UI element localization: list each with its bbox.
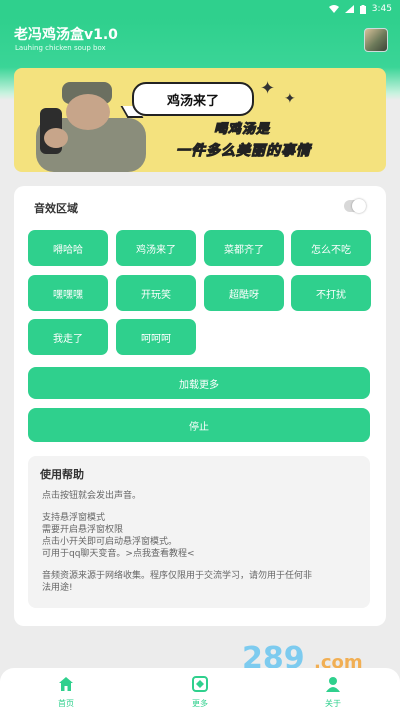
- help-text: 音频资源来源于网络收集。程序仅限用于交流学习，请勿用于任何非: [42, 571, 313, 581]
- tab-more[interactable]: 更多: [170, 676, 230, 718]
- help-text: 点击小开关即可启动悬浮窗模式。: [42, 537, 178, 547]
- help-text: 需要开启悬浮窗权限: [42, 525, 124, 535]
- speech-bubble: 鸡汤来了: [132, 82, 254, 116]
- sound-button[interactable]: 怎么不吃: [291, 230, 371, 266]
- tab-label: 关于: [325, 699, 341, 708]
- help-title: 使用帮助: [40, 468, 84, 481]
- sound-button[interactable]: 鸡汤来了: [116, 230, 196, 266]
- banner-slogan-line1: 喝鸡汤是: [213, 122, 271, 138]
- sparkle-icon: ✦: [284, 91, 296, 107]
- home-icon: [59, 677, 73, 691]
- sound-button[interactable]: 嘿嘿嘿: [28, 275, 108, 311]
- help-text: 法用途!: [42, 583, 73, 593]
- sound-button[interactable]: 嘚哈哈: [28, 230, 108, 266]
- floating-window-toggle[interactable]: [344, 199, 366, 213]
- status-bar: 3:45: [0, 0, 400, 18]
- help-text: 点击按钮就会发出声音。: [42, 491, 142, 501]
- sound-button[interactable]: 我走了: [28, 319, 108, 355]
- banner-image: 鸡汤来了 ✦ ✦ 喝鸡汤是 一件多么美丽的事情: [14, 68, 386, 172]
- help-section: 使用帮助 点击按钮就会发出声音。 支持悬浮窗模式 需要开启悬浮窗权限 点击小开关…: [28, 456, 370, 608]
- app-subtitle: Lauhing chicken soup box: [15, 44, 106, 52]
- banner-slogan-line2: 一件多么美丽的事情: [176, 143, 311, 160]
- sound-button[interactable]: 超酷呀: [204, 275, 284, 311]
- app-title: 老冯鸡汤盒v1.0: [14, 27, 118, 43]
- battery-icon: [359, 4, 366, 14]
- status-time: 3:45: [371, 4, 392, 14]
- load-more-button[interactable]: 加载更多: [28, 367, 370, 399]
- sound-button[interactable]: 呵呵呵: [116, 319, 196, 355]
- more-icon: [192, 676, 208, 692]
- bottom-tab-bar: 首页 更多 关于: [0, 668, 400, 721]
- signal-icon: [344, 5, 354, 13]
- tab-label: 更多: [192, 699, 208, 708]
- tab-about[interactable]: 关于: [303, 676, 363, 718]
- stop-button[interactable]: 停止: [28, 408, 370, 442]
- wifi-icon: [328, 5, 339, 13]
- avatar[interactable]: [364, 28, 388, 52]
- sound-button[interactable]: 开玩笑: [116, 275, 196, 311]
- tab-label: 首页: [58, 699, 74, 708]
- sound-button[interactable]: 菜都齐了: [204, 230, 284, 266]
- help-tutorial-link[interactable]: 可用于qq聊天变音。>点我查看教程<: [42, 548, 195, 560]
- sound-button[interactable]: 不打扰: [291, 275, 371, 311]
- tab-home[interactable]: 首页: [36, 676, 96, 718]
- person-icon: [326, 677, 340, 692]
- sparkle-icon: ✦: [260, 78, 276, 99]
- help-text: 支持悬浮窗模式: [42, 513, 106, 523]
- toggle-knob: [352, 199, 366, 213]
- sound-area-card: 音效区域 嘚哈哈 鸡汤来了 菜都齐了 怎么不吃 嘿嘿嘿 开玩笑 超酷呀 不打扰 …: [14, 186, 386, 626]
- sound-area-title: 音效区域: [34, 202, 78, 215]
